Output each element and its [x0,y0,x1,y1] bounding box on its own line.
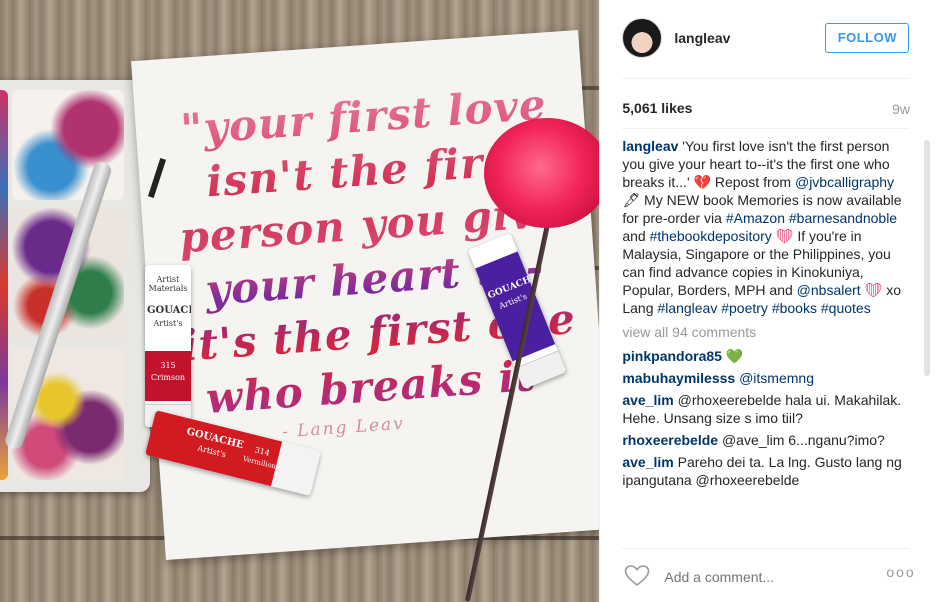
comments-list: langleav 'You first love isn't the first… [622,137,906,537]
divider [622,128,910,129]
hashtag-link[interactable]: #poetry [721,300,768,316]
comment-text: @ave_lim 6...nganu?imo? [718,432,885,448]
view-all-comments-link[interactable]: view all 94 comments [622,323,906,341]
caption-text: Repost from [710,174,795,190]
comment-text: @itsmemng [735,370,814,386]
tube-sub: Artist's [153,319,183,328]
pink-rose [484,118,600,228]
add-comment-input[interactable] [662,566,857,588]
follow-button[interactable]: FOLLOW [825,23,910,53]
comment-text: 💚 [721,348,744,364]
post-photo[interactable]: "your first love isn't the first person … [0,0,600,602]
caption-text: and [622,228,650,244]
post-sidebar: langleav FOLLOW 5,061 likes 9w langleav … [599,0,936,602]
likes-count[interactable]: 5,061 likes [622,100,692,116]
comment-item: pinkpandora85 💚 [622,347,906,365]
red-heart-emoji: ❤ [775,228,794,244]
tube-brand: Artist Materials [148,275,188,293]
tube-name: GOUACHE [147,305,191,316]
caption-username[interactable]: langleav [622,138,678,154]
hashtag-link[interactable]: #quotes [821,300,871,316]
post-header: langleav FOLLOW [600,0,936,78]
comment-username[interactable]: ave_lim [622,454,673,470]
mention-link[interactable]: @nbsalert [797,282,861,298]
red-heart-emoji: ❤ [864,282,883,298]
comment-username[interactable]: ave_lim [622,392,673,408]
paint-tube-crimson: Artist Materials GOUACHE Artist's 315 Cr… [145,265,191,427]
hashtag-link[interactable]: #thebookdepository [650,228,772,244]
comment-item: ave_lim Pareho dei ta. La lng. Gusto lan… [622,453,906,489]
broken-heart-emoji: 💔 [693,174,711,190]
post-caption: langleav 'You first love isn't the first… [622,137,906,317]
comment-username[interactable]: rhoxeerebelde [622,432,718,448]
post-author-username[interactable]: langleav [674,30,730,46]
divider [622,548,911,549]
hashtag-link[interactable]: #langleav [657,300,717,316]
more-options-icon[interactable]: ooo [886,564,915,580]
hashtag-link[interactable]: #books [772,300,817,316]
mention-link[interactable]: @jvbcalligraphy [795,174,894,190]
post-age[interactable]: 9w [892,101,910,117]
comment-username[interactable]: pinkpandora85 [622,348,722,364]
hashtag-link[interactable]: #barnesandnoble [789,210,897,226]
divider [622,78,910,79]
comment-username[interactable]: mabuhaymilesss [622,370,735,386]
heart-icon[interactable] [624,565,650,587]
comments-scrollbar[interactable] [924,140,930,376]
hashtag-link[interactable]: #Amazon [726,210,785,226]
pen-emoji: 🖋 [622,192,641,208]
comment-item: mabuhaymilesss @itsmemng [622,369,906,387]
comment-footer: ooo [600,548,936,602]
comment-item: ave_lim @rhoxeerebelde hala ui. Makahila… [622,391,906,427]
tube-number: 315 [160,361,176,370]
tube-color: Crimson [150,373,186,382]
avatar[interactable] [622,18,663,58]
comment-item: rhoxeerebelde @ave_lim 6...nganu?imo? [622,431,906,449]
